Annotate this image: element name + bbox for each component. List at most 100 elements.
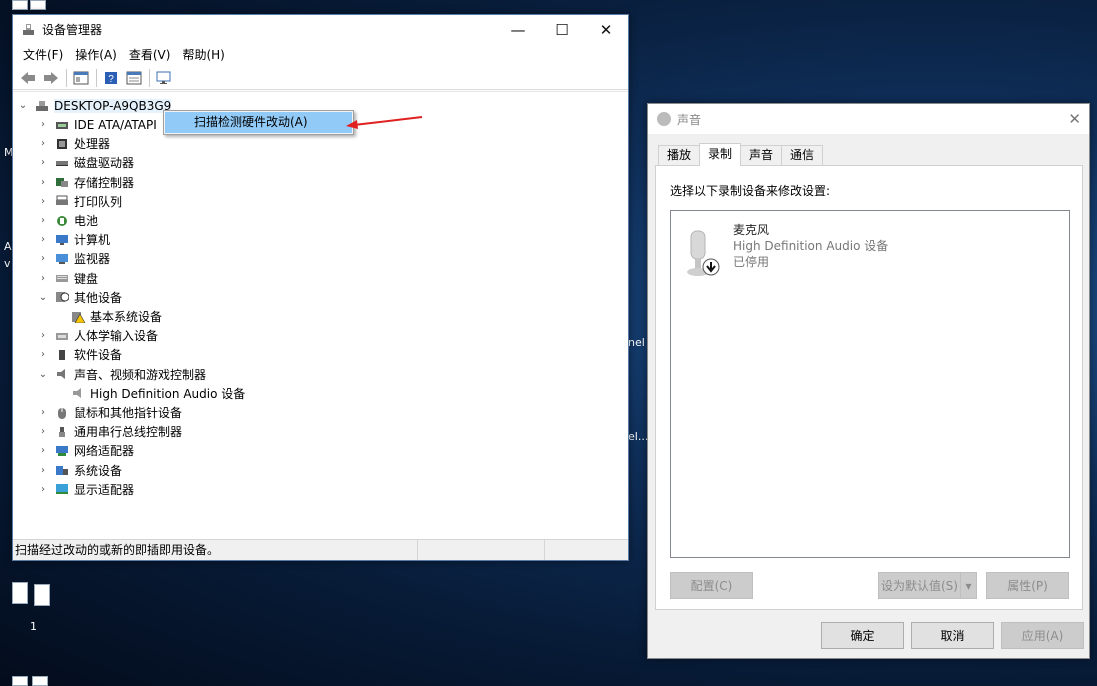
desktop-partial-label: el... bbox=[628, 430, 649, 443]
sound-title-bar[interactable]: 声音 ✕ bbox=[648, 104, 1089, 134]
tree-item-label: 打印队列 bbox=[74, 194, 123, 209]
tree-row[interactable]: › 鼠标和其他指针设备 bbox=[37, 403, 182, 422]
recording-device-list[interactable]: 麦克风 High Definition Audio 设备 已停用 bbox=[670, 210, 1070, 558]
tree-item-label: 基本系统设备 bbox=[90, 310, 163, 324]
computer-root-icon bbox=[35, 100, 49, 112]
tree-row[interactable]: › 计算机 bbox=[37, 230, 110, 249]
tree-row[interactable]: › 显示适配器 bbox=[37, 480, 134, 499]
tree-item-label: IDE ATA/ATAPI bbox=[74, 117, 157, 132]
tree-root-row[interactable]: ⌄ DESKTOP-A9QB3G9 bbox=[17, 96, 172, 115]
expand-icon[interactable]: › bbox=[37, 465, 49, 476]
annotation-arrow-icon bbox=[346, 116, 423, 129]
expand-icon[interactable]: › bbox=[37, 426, 49, 437]
tree-row[interactable]: › 软件设备 bbox=[37, 345, 122, 364]
title-bar[interactable]: 设备管理器 — ☐ ✕ bbox=[13, 15, 628, 44]
tree-row[interactable]: › 磁盘驱动器 bbox=[37, 153, 134, 172]
desktop-icon-label: 1 bbox=[30, 620, 37, 633]
tree-row[interactable]: › 键盘 bbox=[37, 269, 98, 288]
expand-icon[interactable]: › bbox=[37, 119, 49, 130]
tree-item-label: 处理器 bbox=[74, 137, 111, 152]
desktop-icon[interactable] bbox=[12, 582, 52, 612]
toolbar-separator bbox=[149, 68, 150, 87]
tree-row[interactable]: › 网络适配器 bbox=[37, 441, 134, 460]
tree-item-label: 存储控制器 bbox=[74, 175, 135, 190]
device-tree[interactable]: ⌄ DESKTOP-A9QB3G9 › IDE ATA/ATAPI › 处理器 › 磁盘驱… bbox=[13, 91, 628, 539]
expand-icon[interactable]: › bbox=[37, 484, 49, 495]
list-item[interactable]: 麦克风 High Definition Audio 设备 已停用 bbox=[681, 219, 981, 279]
tree-row[interactable]: › 人体学输入设备 bbox=[37, 326, 158, 345]
maximize-button[interactable]: ☐ bbox=[540, 15, 584, 44]
expand-icon[interactable]: › bbox=[37, 330, 49, 341]
desktop-icon-bottom[interactable] bbox=[12, 676, 52, 686]
desktop-partial-label: nel bbox=[628, 336, 645, 349]
tree-row[interactable]: › 系统设备 bbox=[37, 461, 122, 480]
forward-arrow-icon[interactable] bbox=[40, 68, 62, 88]
expand-icon[interactable]: › bbox=[37, 177, 49, 188]
tree-item-label: 软件设备 bbox=[74, 348, 123, 363]
device-state: 已停用 bbox=[733, 255, 770, 269]
collapse-icon[interactable]: ⌄ bbox=[37, 292, 49, 303]
tree-row[interactable]: › 处理器 bbox=[37, 134, 110, 153]
back-arrow-icon[interactable] bbox=[17, 68, 39, 88]
set-default-button[interactable]: 设为默认值(S) bbox=[878, 572, 961, 599]
expand-icon[interactable]: › bbox=[37, 349, 49, 360]
collapse-icon[interactable]: ⌄ bbox=[37, 369, 49, 380]
show-hide-console-tree-icon[interactable] bbox=[70, 68, 92, 88]
menu-view[interactable]: 查看(V) bbox=[123, 44, 177, 66]
context-menu: 扫描检测硬件改动(A) bbox=[163, 110, 354, 135]
scan-hardware-icon[interactable] bbox=[153, 68, 175, 88]
menu-file[interactable]: 文件(F) bbox=[17, 44, 69, 66]
window-title: 设备管理器 bbox=[42, 23, 103, 37]
expand-icon[interactable]: › bbox=[37, 196, 49, 207]
help-icon[interactable]: ? bbox=[100, 68, 122, 88]
close-button[interactable]: ✕ bbox=[584, 15, 628, 44]
toolbar-separator bbox=[96, 68, 97, 87]
configure-button[interactable]: 配置(C) bbox=[670, 572, 753, 599]
set-default-dropdown-icon[interactable]: ▾ bbox=[960, 572, 977, 599]
desktop-partial-label: A bbox=[4, 240, 12, 253]
printer-icon bbox=[55, 195, 69, 207]
desktop-partial-label: v bbox=[4, 257, 11, 270]
mouse-icon bbox=[55, 407, 69, 419]
tab-sounds[interactable]: 声音 bbox=[740, 145, 783, 166]
minimize-button[interactable]: — bbox=[496, 15, 540, 44]
ok-button[interactable]: 确定 bbox=[821, 622, 904, 649]
speaker-icon bbox=[55, 368, 69, 380]
device-manager-icon bbox=[22, 23, 35, 36]
tree-row[interactable]: High Definition Audio 设备 bbox=[53, 384, 245, 403]
tree-item-label: 系统设备 bbox=[74, 463, 123, 478]
tree-row[interactable]: › 监视器 bbox=[37, 249, 110, 268]
tree-row[interactable]: › IDE ATA/ATAPI bbox=[37, 115, 157, 134]
scan-hardware-changes-menu-item[interactable]: 扫描检测硬件改动(A) bbox=[165, 112, 352, 133]
expand-icon[interactable]: › bbox=[37, 253, 49, 264]
expand-icon[interactable]: › bbox=[37, 407, 49, 418]
apply-button[interactable]: 应用(A) bbox=[1001, 622, 1084, 649]
menu-action[interactable]: 操作(A) bbox=[69, 44, 123, 66]
sound-dialog-title: 声音 bbox=[677, 112, 702, 127]
tree-row[interactable]: ⌄ 其他设备 bbox=[37, 288, 122, 307]
tree-row[interactable]: › 通用串行总线控制器 bbox=[37, 422, 182, 441]
expand-icon[interactable]: › bbox=[37, 273, 49, 284]
tab-recording[interactable]: 录制 bbox=[699, 143, 742, 166]
expand-icon[interactable]: › bbox=[37, 157, 49, 168]
expand-icon[interactable]: › bbox=[37, 234, 49, 245]
tree-row[interactable]: 基本系统设备 bbox=[53, 307, 162, 326]
tree-item-label: 通用串行总线控制器 bbox=[74, 425, 183, 440]
tab-communications[interactable]: 通信 bbox=[781, 145, 824, 166]
properties-icon[interactable] bbox=[123, 68, 145, 88]
menu-help[interactable]: 帮助(H) bbox=[176, 44, 230, 66]
expand-icon[interactable]: › bbox=[37, 445, 49, 456]
tree-row[interactable]: › 存储控制器 bbox=[37, 173, 134, 192]
expand-icon[interactable]: › bbox=[37, 138, 49, 149]
sound-close-icon[interactable]: ✕ bbox=[1068, 110, 1081, 128]
tree-row[interactable]: › 电池 bbox=[37, 211, 98, 230]
tree-row[interactable]: ⌄ 声音、视频和游戏控制器 bbox=[37, 365, 206, 384]
collapse-icon[interactable]: ⌄ bbox=[17, 100, 29, 111]
expand-icon[interactable]: › bbox=[37, 215, 49, 226]
status-segment bbox=[545, 540, 628, 560]
menu-bar: 文件(F) 操作(A) 查看(V) 帮助(H) bbox=[13, 44, 628, 66]
tab-playback[interactable]: 播放 bbox=[658, 145, 701, 166]
cancel-button[interactable]: 取消 bbox=[911, 622, 994, 649]
properties-button[interactable]: 属性(P) bbox=[986, 572, 1069, 599]
tree-row[interactable]: › 打印队列 bbox=[37, 192, 122, 211]
